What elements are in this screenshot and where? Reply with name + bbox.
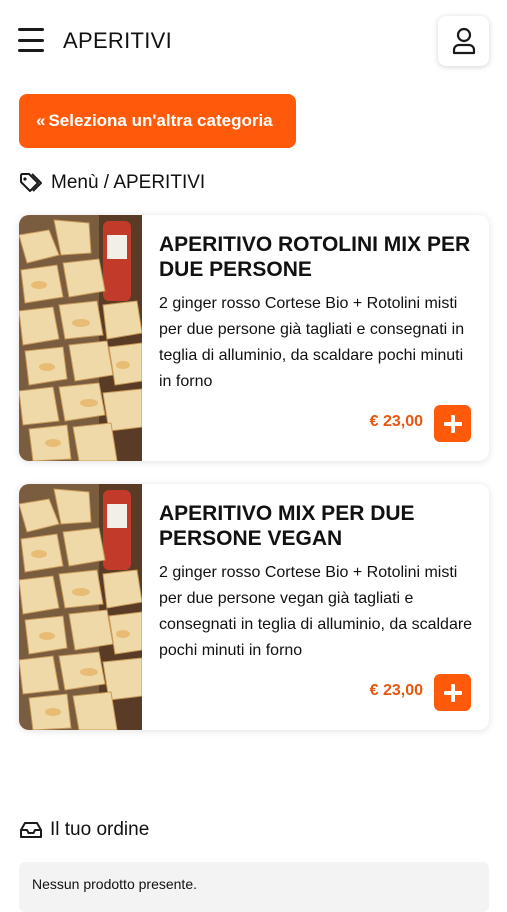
product-image xyxy=(19,215,142,461)
page-title: APERITIVI xyxy=(63,28,173,53)
product-description: 2 ginger rosso Cortese Bio + Rotolini mi… xyxy=(159,295,465,390)
select-other-category-label: Seleziona un'altra categoria xyxy=(48,111,273,130)
tags-icon xyxy=(20,173,42,192)
inbox-tray-icon xyxy=(20,822,42,838)
select-other-category-button[interactable]: « Seleziona un'altra categoria xyxy=(19,94,296,148)
order-heading-label: Il tuo ordine xyxy=(50,819,150,840)
user-icon xyxy=(452,27,475,55)
order-heading: Il tuo ordine xyxy=(19,817,149,843)
product-price: € 23,00 xyxy=(369,682,423,699)
product-price: € 23,00 xyxy=(369,413,423,430)
plus-icon xyxy=(443,683,462,702)
hamburger-menu-icon[interactable] xyxy=(18,28,44,52)
product-description: 2 ginger rosso Cortese Bio + Rotolini mi… xyxy=(159,564,473,659)
order-summary-box: Nessun prodotto presente. xyxy=(19,862,489,912)
product-title: APERITIVO ROTOLINI MIX PER DUE PERSONE xyxy=(159,233,471,281)
user-account-button[interactable] xyxy=(438,16,489,66)
product-card[interactable]: APERITIVO MIX PER DUE PERSONE VEGAN 2 gi… xyxy=(19,484,489,730)
breadcrumb: Menù / APERITIVI xyxy=(19,170,205,196)
product-image xyxy=(19,484,142,730)
app-header: APERITIVI xyxy=(0,0,507,82)
product-title: APERITIVO MIX PER DUE PERSONE VEGAN xyxy=(159,502,415,550)
order-empty-text: Nessun prodotto presente. xyxy=(32,876,197,892)
breadcrumb-text: Menù / APERITIVI xyxy=(51,172,206,193)
add-to-order-button[interactable] xyxy=(434,405,471,442)
double-chevron-left-icon: « xyxy=(36,111,46,130)
product-info: APERITIVO MIX PER DUE PERSONE VEGAN 2 gi… xyxy=(159,501,474,664)
product-info: APERITIVO ROTOLINI MIX PER DUE PERSONE 2… xyxy=(159,232,474,395)
plus-icon xyxy=(443,414,462,433)
add-to-order-button[interactable] xyxy=(434,674,471,711)
product-card[interactable]: APERITIVO ROTOLINI MIX PER DUE PERSONE 2… xyxy=(19,215,489,461)
